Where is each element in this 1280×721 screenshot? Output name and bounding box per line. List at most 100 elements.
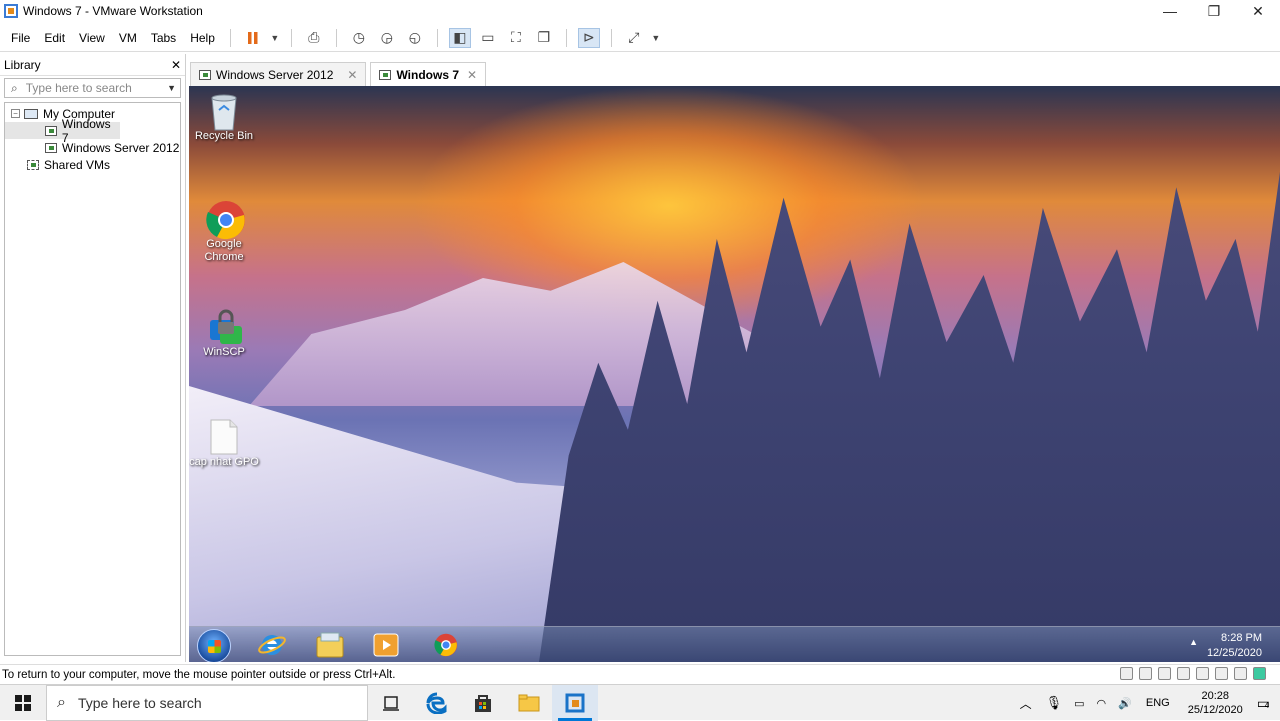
host-system-tray: ︿ 🎙 ▭ ◠ 🔊 ENG 20:28 25/12/2020 ▭ 4 (1012, 685, 1280, 721)
internet-explorer-icon[interactable] (257, 631, 287, 659)
volume-icon[interactable]: 🔊 (1118, 697, 1132, 710)
search-icon: ⌕ (11, 80, 18, 95)
microsoft-store-icon[interactable] (460, 685, 506, 721)
guest-start-button[interactable] (197, 629, 231, 662)
menu-help[interactable]: Help (183, 31, 222, 45)
toolbar-separator (610, 28, 612, 47)
menu-view[interactable]: View (72, 31, 112, 45)
library-search-input[interactable]: ⌕ Type here to search ▼ (4, 78, 181, 98)
menu-tabs[interactable]: Tabs (144, 31, 183, 45)
vmware-taskbar-icon[interactable] (552, 684, 598, 721)
device-status-icons (1114, 667, 1266, 680)
snapshot-icon[interactable]: ◷ (348, 28, 370, 48)
tab-label: Windows Server 2012 (216, 67, 334, 82)
media-player-icon[interactable] (371, 631, 401, 659)
host-taskbar: ⌕ Type here to search ︿ 🎙 ▭ ◠ 🔊 ENG 20:2… (0, 684, 1280, 721)
recycle-bin-icon (206, 92, 242, 131)
language-indicator[interactable]: ENG (1146, 697, 1170, 709)
wallpaper-mountain (249, 262, 769, 406)
microphone-icon[interactable]: 🎙 (1046, 695, 1063, 711)
edge-icon[interactable] (414, 685, 460, 721)
pause-icon[interactable] (242, 28, 264, 48)
desktop-icon-recycle-bin[interactable]: Recycle Bin (189, 92, 259, 143)
printer-icon[interactable] (1215, 667, 1228, 680)
vm-tab-bar: Windows Server 2012 ✕ Windows 7 ✕ (190, 60, 490, 86)
revert-snapshot-icon[interactable]: ◶ (376, 28, 398, 48)
vm-icon (45, 142, 57, 153)
vm-icon (199, 69, 211, 80)
power-dropdown-icon[interactable]: ▼ (270, 28, 280, 48)
usb-icon[interactable] (1177, 667, 1190, 680)
host-search-box[interactable]: ⌕ Type here to search (46, 684, 368, 721)
text-file-icon (206, 418, 242, 455)
minimize-button[interactable]: — (1148, 0, 1192, 22)
desktop-icon-label: Google Chrome (204, 238, 244, 263)
notification-count-badge: 4 (1264, 700, 1270, 710)
tray-overflow-chevron-icon[interactable]: ︿ (1020, 695, 1032, 712)
toolbar-separator (565, 28, 567, 47)
restore-button[interactable]: ❐ (1192, 0, 1236, 22)
action-center-icon[interactable]: ▭ 4 (1257, 695, 1270, 712)
tree-item-windows-7[interactable]: Windows 7 (5, 117, 120, 145)
menu-edit[interactable]: Edit (37, 31, 72, 45)
search-icon: ⌕ (57, 693, 66, 711)
unity-icon[interactable]: ❐ (533, 28, 555, 48)
stretch-dropdown-icon[interactable]: ▼ (651, 28, 661, 48)
library-close-icon[interactable]: ✕ (171, 58, 181, 72)
tree-label: Shared VMs (44, 157, 111, 172)
menu-file[interactable]: File (4, 31, 37, 45)
windows-logo-icon (15, 694, 31, 711)
guest-time: 8:28 PM (1221, 632, 1262, 644)
host-search-placeholder: Type here to search (77, 694, 202, 711)
send-ctrl-alt-del-icon[interactable]: ⎙ (303, 28, 325, 48)
network-adapter-icon[interactable] (1158, 667, 1171, 680)
tree-item-windows-server-2012[interactable]: Windows Server 2012 (5, 139, 180, 156)
tree-item-shared-vms[interactable]: Shared VMs (5, 156, 180, 173)
battery-icon[interactable]: ▭ (1074, 697, 1084, 710)
desktop-icon-cap-nhat-gpo[interactable]: cap nhat GPO (189, 418, 259, 469)
message-log-icon[interactable] (1253, 667, 1266, 680)
toolbar-separator (436, 28, 438, 47)
task-view-icon[interactable] (368, 685, 414, 721)
host-start-button[interactable] (0, 685, 46, 721)
console-view-icon[interactable]: ⊳ (577, 27, 600, 48)
show-library-icon[interactable]: ◧ (448, 27, 471, 48)
search-dropdown-icon[interactable]: ▼ (167, 83, 176, 93)
vm-console-screen[interactable]: Recycle Bin Google Chrome WinSCP cap nha… (189, 86, 1280, 662)
tab-close-icon[interactable]: ✕ (467, 68, 477, 82)
guest-clock[interactable]: 8:28 PM 12/25/2020 (1207, 631, 1262, 661)
chrome-icon (206, 200, 245, 240)
desktop-icon-google-chrome[interactable]: Google Chrome (189, 200, 259, 264)
tab-windows-server-2012[interactable]: Windows Server 2012 ✕ (190, 62, 367, 86)
sound-icon[interactable] (1196, 667, 1209, 680)
tab-windows-7[interactable]: Windows 7 ✕ (370, 62, 487, 86)
menu-vm[interactable]: VM (112, 31, 144, 45)
wifi-icon[interactable]: ◠ (1097, 697, 1107, 710)
cd-dvd-icon[interactable] (1139, 667, 1152, 680)
thumbnail-bar-icon[interactable]: ▭ (477, 28, 499, 48)
winscp-icon (206, 308, 242, 344)
library-header: Library ✕ (0, 54, 185, 76)
desktop-icon-winscp[interactable]: WinSCP (189, 308, 259, 359)
file-explorer-icon[interactable] (506, 685, 552, 721)
collapse-icon[interactable]: − (11, 109, 20, 118)
toolbar-separator (335, 28, 337, 47)
hard-disk-icon[interactable] (1120, 667, 1133, 680)
toolbar-separator (229, 28, 231, 47)
library-search-placeholder: Type here to search (25, 81, 132, 95)
host-clock[interactable]: 20:28 25/12/2020 (1188, 689, 1243, 717)
window-title: Windows 7 - VMware Workstation (23, 4, 203, 18)
full-screen-icon[interactable]: ⛶ (505, 28, 527, 48)
guest-tray-chevron-icon[interactable]: ▲ (1189, 637, 1198, 647)
snapshot-manager-icon[interactable]: ◵ (404, 28, 426, 48)
stretch-guest-icon[interactable]: ⤢ (623, 28, 645, 48)
chrome-taskbar-icon[interactable] (431, 631, 461, 659)
toolbar-separator (290, 28, 292, 47)
vm-icon (45, 125, 57, 136)
close-button[interactable]: ✕ (1236, 0, 1280, 22)
display-icon[interactable] (1234, 667, 1247, 680)
windows-explorer-icon[interactable] (315, 631, 345, 659)
shared-vms-icon (27, 159, 39, 170)
tree-label: Windows Server 2012 (62, 140, 180, 155)
tab-close-icon[interactable]: ✕ (347, 68, 357, 82)
